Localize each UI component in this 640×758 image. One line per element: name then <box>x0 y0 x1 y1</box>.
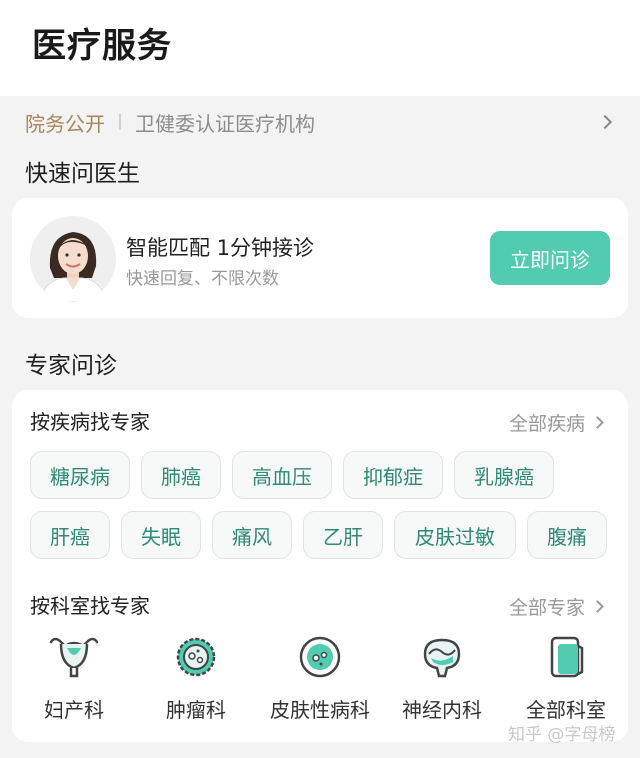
notice-text: 卫健委认证医疗机构 <box>135 111 315 136</box>
page-title: 医疗服务 <box>32 26 172 66</box>
disease-chip[interactable]: 糖尿病 <box>30 451 130 499</box>
department-label: 皮肤性病科 <box>270 698 370 722</box>
disease-chip[interactable]: 肺癌 <box>141 451 221 499</box>
chevron-right-icon <box>597 114 613 130</box>
consult-headline: 智能匹配 1分钟接诊 <box>126 236 315 260</box>
all-experts-label: 全部专家 <box>508 597 585 619</box>
disease-chip[interactable]: 乙肝 <box>303 511 383 559</box>
disease-chip[interactable]: 腹痛 <box>527 511 607 559</box>
section-title-expert: 专家问诊 <box>25 353 117 379</box>
consult-now-button[interactable]: 立即问诊 <box>490 231 610 285</box>
disease-chip[interactable]: 肝癌 <box>30 511 110 559</box>
by-department-title: 按科室找专家 <box>30 594 150 618</box>
uterus-icon <box>49 637 99 678</box>
department-label: 肿瘤科 <box>166 698 226 722</box>
department-item[interactable]: 肿瘤科 <box>136 634 256 723</box>
department-item[interactable]: 全部科室 <box>506 634 626 723</box>
watermark: 知乎 @字母榜 <box>508 725 616 745</box>
notice-bar[interactable]: 院务公开 卫健委认证医疗机构 <box>0 100 640 144</box>
all-diseases-link[interactable]: 全部疾病 <box>508 409 604 436</box>
disease-chips-row-1: 糖尿病 肺癌 高血压 抑郁症 乳腺癌 <box>30 451 565 499</box>
department-item[interactable]: 皮肤性病科 <box>260 634 380 723</box>
department-item[interactable]: 妇产科 <box>14 634 134 723</box>
disease-chip[interactable]: 皮肤过敏 <box>394 511 516 559</box>
department-label: 神经内科 <box>402 698 482 722</box>
department-label: 妇产科 <box>44 698 104 722</box>
quick-consult-card[interactable]: 智能匹配 1分钟接诊 快速回复、不限次数 立即问诊 <box>12 198 628 318</box>
skin-cell-icon <box>299 636 341 678</box>
department-label: 全部科室 <box>526 698 606 722</box>
all-experts-link[interactable]: 全部专家 <box>508 593 604 620</box>
all-diseases-label: 全部疾病 <box>508 413 585 435</box>
disease-chip[interactable]: 高血压 <box>232 451 332 499</box>
disease-chip[interactable]: 痛风 <box>212 511 292 559</box>
document-icon <box>550 636 584 678</box>
chevron-right-icon <box>591 416 604 429</box>
by-disease-title: 按疾病找专家 <box>30 410 150 434</box>
divider <box>119 114 121 130</box>
department-item[interactable]: 神经内科 <box>382 634 502 723</box>
tumor-cell-icon <box>176 637 216 677</box>
notice-tag: 院务公开 <box>25 111 105 136</box>
doctor-avatar <box>30 216 116 302</box>
brain-icon <box>423 638 461 678</box>
section-title-quick-consult: 快速问医生 <box>25 161 140 187</box>
consult-subtext: 快速回复、不限次数 <box>126 269 279 289</box>
expert-card: 按疾病找专家 全部疾病 糖尿病 肺癌 高血压 抑郁症 乳腺癌 肝癌 失眠 痛风 … <box>12 390 628 742</box>
disease-chip[interactable]: 失眠 <box>121 511 201 559</box>
disease-chip[interactable]: 抑郁症 <box>343 451 443 499</box>
disease-chips-row-2: 肝癌 失眠 痛风 乙肝 皮肤过敏 腹痛 <box>30 511 607 559</box>
disease-chip[interactable]: 乳腺癌 <box>454 451 554 499</box>
chevron-right-icon <box>591 600 604 613</box>
